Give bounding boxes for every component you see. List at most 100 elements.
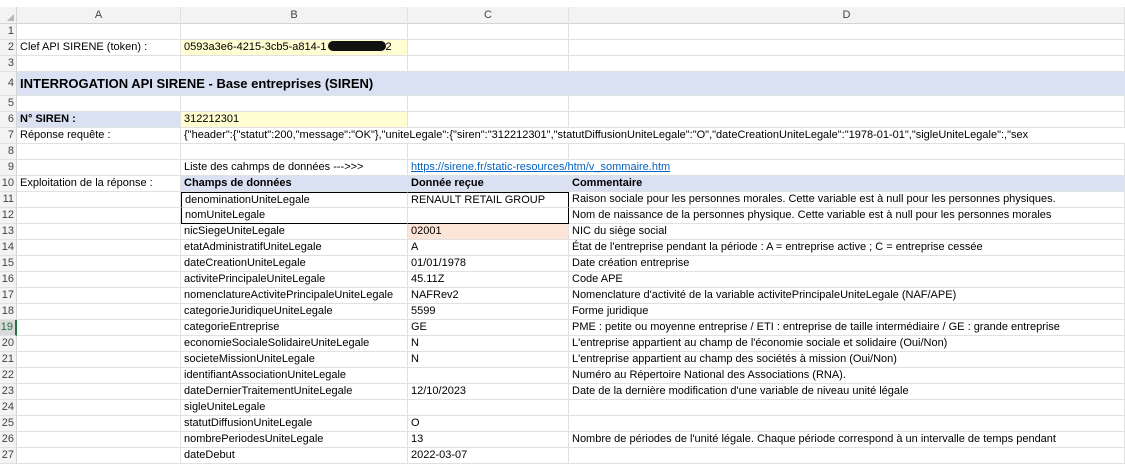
field-name[interactable]: denominationUniteLegale <box>181 192 408 208</box>
field-name[interactable]: categorieJuridiqueUniteLegale <box>181 304 408 320</box>
cell[interactable] <box>181 56 408 72</box>
row-header[interactable]: 2 <box>0 40 17 56</box>
field-comment[interactable]: Nomenclature d'activité de la variable a… <box>569 288 1125 304</box>
table-header-received[interactable]: Donnée reçue <box>408 176 569 192</box>
response-label[interactable]: Réponse requête : <box>17 128 181 144</box>
field-value[interactable]: 01/01/1978 <box>408 256 569 272</box>
cell[interactable] <box>569 56 1125 72</box>
cell[interactable] <box>569 96 1125 112</box>
field-value[interactable]: RENAULT RETAIL GROUP <box>408 192 569 208</box>
field-comment[interactable] <box>569 416 1125 432</box>
cell[interactable] <box>408 56 569 72</box>
field-name[interactable]: dateCreationUniteLegale <box>181 256 408 272</box>
field-comment[interactable]: Raison sociale pour les personnes morale… <box>569 192 1125 208</box>
field-value[interactable]: 2022-03-07 <box>408 448 569 464</box>
field-value[interactable] <box>408 400 569 416</box>
cell[interactable] <box>17 336 181 352</box>
cell[interactable] <box>17 240 181 256</box>
cell[interactable] <box>17 432 181 448</box>
field-name[interactable]: categorieEntreprise <box>181 320 408 336</box>
field-name[interactable]: dateDebut <box>181 448 408 464</box>
field-name[interactable]: nicSiegeUniteLegale <box>181 224 408 240</box>
row-header[interactable]: 17 <box>0 288 17 304</box>
row-header[interactable]: 23 <box>0 384 17 400</box>
field-value[interactable]: N <box>408 352 569 368</box>
row-header[interactable]: 24 <box>0 400 17 416</box>
field-comment[interactable] <box>569 400 1125 416</box>
row-header[interactable]: 5 <box>0 96 17 112</box>
field-value[interactable]: O <box>408 416 569 432</box>
field-name[interactable]: identifiantAssociationUniteLegale <box>181 368 408 384</box>
row-header[interactable]: 11 <box>0 192 17 208</box>
row-header[interactable]: 14 <box>0 240 17 256</box>
cell[interactable] <box>17 352 181 368</box>
row-header-selected[interactable]: 19 <box>0 320 17 336</box>
cell[interactable] <box>17 56 181 72</box>
cell[interactable] <box>569 40 1125 56</box>
field-name[interactable]: dateDernierTraitementUniteLegale <box>181 384 408 400</box>
cell[interactable] <box>408 96 569 112</box>
cell[interactable] <box>17 272 181 288</box>
cell[interactable] <box>17 304 181 320</box>
field-comment[interactable]: PME : petite ou moyenne entreprise / ETI… <box>569 320 1125 336</box>
field-value[interactable]: 12/10/2023 <box>408 384 569 400</box>
cell[interactable] <box>17 416 181 432</box>
field-value[interactable]: A <box>408 240 569 256</box>
row-header[interactable]: 1 <box>0 24 17 40</box>
field-value[interactable]: 45.11Z <box>408 272 569 288</box>
field-comment[interactable]: Date de la dernière modification d'une v… <box>569 384 1125 400</box>
field-name[interactable]: economieSocialeSolidaireUniteLegale <box>181 336 408 352</box>
field-name[interactable]: sigleUniteLegale <box>181 400 408 416</box>
row-header[interactable]: 27 <box>0 448 17 464</box>
field-value[interactable]: GE <box>408 320 569 336</box>
field-comment[interactable]: NIC du siège social <box>569 224 1125 240</box>
table-header-fields[interactable]: Champs de données <box>181 176 408 192</box>
row-header[interactable]: 12 <box>0 208 17 224</box>
cell[interactable] <box>569 144 1125 160</box>
row-header[interactable]: 20 <box>0 336 17 352</box>
cell[interactable] <box>181 96 408 112</box>
row-header[interactable]: 25 <box>0 416 17 432</box>
row-header[interactable]: 18 <box>0 304 17 320</box>
cell[interactable] <box>17 192 181 208</box>
row-header[interactable]: 6 <box>0 112 17 128</box>
field-comment[interactable]: Date création entreprise <box>569 256 1125 272</box>
cell[interactable] <box>408 24 569 40</box>
siren-input[interactable]: 312212301 <box>181 112 408 128</box>
api-key-cell[interactable]: 0593a3e6-4215-3cb5-a814-1 2 <box>181 40 408 56</box>
row-header[interactable]: 22 <box>0 368 17 384</box>
cell[interactable] <box>17 160 181 176</box>
sheet-grid[interactable]: Clef API SIRENE (token) : 0593a3e6-4215-… <box>17 24 1125 467</box>
cell[interactable] <box>17 288 181 304</box>
field-comment[interactable]: Numéro au Répertoire National des Associ… <box>569 368 1125 384</box>
row-header[interactable]: 16 <box>0 272 17 288</box>
cell[interactable] <box>181 144 408 160</box>
row-header[interactable]: 26 <box>0 432 17 448</box>
field-name[interactable]: nombrePeriodesUniteLegale <box>181 432 408 448</box>
field-name[interactable]: statutDiffusionUniteLegale <box>181 416 408 432</box>
field-comment[interactable]: L'entreprise appartient au champ de l'éc… <box>569 336 1125 352</box>
cell[interactable] <box>17 384 181 400</box>
row-header[interactable]: 7 <box>0 128 17 144</box>
field-value[interactable]: 13 <box>408 432 569 448</box>
cell[interactable] <box>17 256 181 272</box>
cell[interactable] <box>17 208 181 224</box>
row-header[interactable]: 15 <box>0 256 17 272</box>
field-value[interactable]: N <box>408 336 569 352</box>
field-comment[interactable]: Code APE <box>569 272 1125 288</box>
column-header-a[interactable]: A <box>17 7 181 24</box>
column-header-d[interactable]: D <box>569 7 1125 24</box>
row-header[interactable]: 3 <box>0 56 17 72</box>
field-comment[interactable]: Nom de naissance de la personnes physiqu… <box>569 208 1125 224</box>
cell[interactable] <box>17 320 181 336</box>
api-key-label[interactable]: Clef API SIRENE (token) : <box>17 40 181 56</box>
field-name[interactable]: etatAdministratifUniteLegale <box>181 240 408 256</box>
select-all-corner[interactable] <box>0 7 17 24</box>
cell[interactable] <box>569 24 1125 40</box>
cell[interactable] <box>17 448 181 464</box>
field-comment[interactable]: Nombre de périodes de l'unité légale. Ch… <box>569 432 1125 448</box>
cell[interactable] <box>17 96 181 112</box>
field-value[interactable] <box>408 208 569 224</box>
field-value[interactable] <box>408 368 569 384</box>
field-name[interactable]: nomenclatureActivitePrincipaleUniteLegal… <box>181 288 408 304</box>
